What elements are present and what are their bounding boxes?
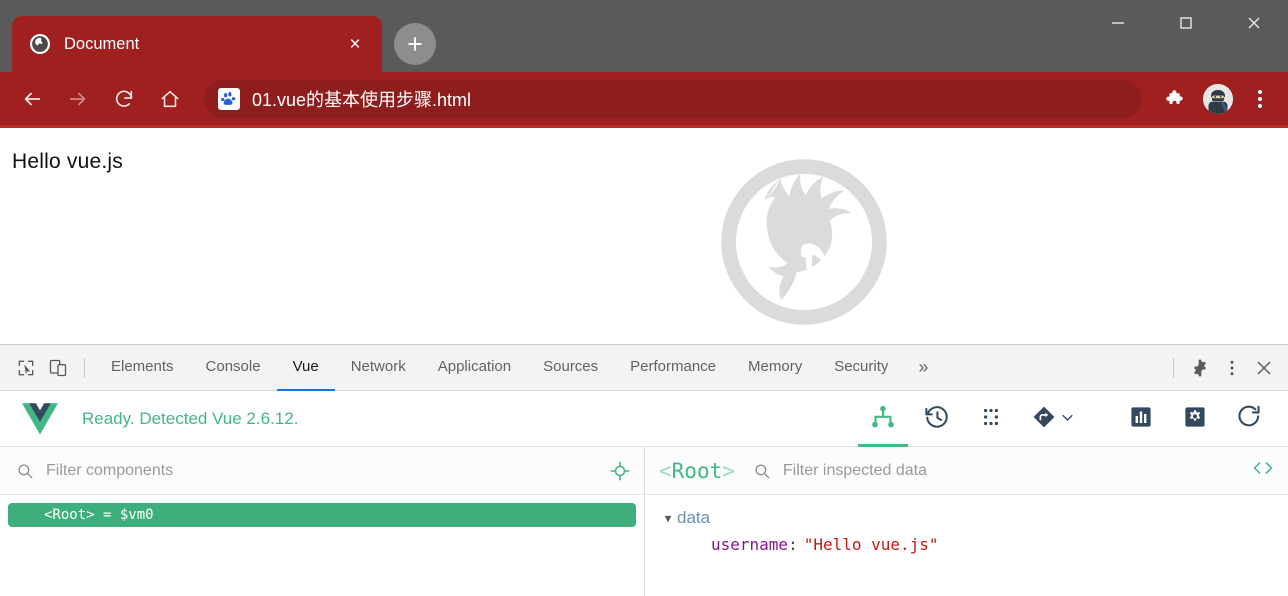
components-tab-icon[interactable]	[858, 391, 908, 447]
filter-components-input[interactable]	[46, 461, 610, 480]
title-bar: Document × +	[0, 0, 1288, 72]
vue-devtools-header: Ready. Detected Vue 2.6.12.	[0, 391, 1288, 447]
window-controls	[1084, 0, 1288, 72]
browser-window: Document × + 01.vue的基本使用步骤.html Hello vu…	[0, 0, 1288, 596]
components-panel: <Root> = $vm0	[0, 447, 645, 596]
baidu-paw-icon	[218, 87, 240, 110]
inspector-panel: <Root> Filter inspected data ▼ data user…	[645, 447, 1288, 596]
device-toolbar-icon[interactable]	[42, 352, 74, 384]
browser-toolbar: 01.vue的基本使用步骤.html	[0, 72, 1288, 128]
settings-tab-icon[interactable]	[1170, 391, 1220, 447]
target-crosshair-icon[interactable]	[610, 461, 630, 481]
tab-security[interactable]: Security	[818, 345, 904, 391]
search-icon	[16, 462, 34, 480]
devtools-tabs: Elements Console Vue Network Application…	[95, 345, 1163, 391]
angle-close: >	[722, 458, 735, 483]
tab-elements[interactable]: Elements	[95, 345, 190, 391]
tab-strip: Document × +	[0, 0, 1084, 72]
maximize-button[interactable]	[1152, 0, 1220, 46]
right-divider	[1173, 357, 1174, 378]
tab-title: Document	[64, 34, 140, 53]
page-body-text: Hello vue.js	[12, 150, 123, 173]
globe-icon	[30, 34, 50, 54]
data-entry-username[interactable]: username: "Hello vue.js"	[659, 531, 1288, 557]
chevron-down-icon	[1061, 414, 1073, 421]
component-tree: <Root> = $vm0	[0, 495, 644, 596]
home-button[interactable]	[152, 81, 188, 117]
tab-network[interactable]: Network	[335, 345, 422, 391]
timeline-tab-icon[interactable]	[912, 391, 962, 447]
toolbar-divider	[84, 357, 85, 378]
address-bar[interactable]: 01.vue的基本使用步骤.html	[204, 79, 1142, 118]
devtools-panel: Elements Console Vue Network Application…	[0, 344, 1288, 596]
forward-button[interactable]	[60, 81, 96, 117]
data-colon: :	[788, 534, 798, 554]
inspected-data: ▼ data username: "Hello vue.js"	[645, 495, 1288, 596]
settings-gear-icon[interactable]	[1184, 352, 1216, 384]
vuex-tab-icon[interactable]	[966, 391, 1016, 447]
tree-item-root[interactable]: <Root> = $vm0	[8, 503, 636, 527]
avatar[interactable]	[1200, 81, 1236, 117]
avatar-ninja-icon	[1203, 83, 1233, 114]
tab-memory[interactable]: Memory	[732, 345, 818, 391]
data-group-row[interactable]: ▼ data	[659, 505, 1288, 531]
vue-action-bar	[858, 391, 1274, 447]
devtools-menu-icon[interactable]	[1216, 352, 1248, 384]
address-bar-url: 01.vue的基本使用步骤.html	[252, 89, 472, 110]
tab-close-icon[interactable]: ×	[342, 31, 368, 57]
tab-application[interactable]: Application	[422, 345, 527, 391]
tab-sources[interactable]: Sources	[527, 345, 614, 391]
data-value: "Hello vue.js"	[803, 534, 939, 554]
close-devtools-icon[interactable]	[1248, 352, 1280, 384]
caret-down-icon[interactable]: ▼	[659, 512, 677, 525]
puzzle-piece-icon[interactable]	[1158, 81, 1194, 117]
components-filter-bar	[0, 447, 644, 495]
vue-status-text: Ready. Detected Vue 2.6.12.	[82, 408, 299, 428]
vue-devtools-body: <Root> = $vm0 <Root>	[0, 447, 1288, 596]
action-gap	[1090, 391, 1112, 447]
refresh-button-icon[interactable]	[1224, 391, 1274, 447]
tab-performance[interactable]: Performance	[614, 345, 732, 391]
code-brackets-icon[interactable]	[1252, 460, 1274, 481]
tab-console[interactable]: Console	[190, 345, 277, 391]
vue-logo-icon	[22, 402, 58, 434]
filter-inspected-data-input[interactable]	[782, 461, 1252, 480]
devtools-tab-bar: Elements Console Vue Network Application…	[0, 345, 1288, 391]
more-tabs-icon[interactable]: »	[904, 345, 942, 391]
performance-tab-icon[interactable]	[1116, 391, 1166, 447]
data-key: username	[711, 534, 789, 554]
minimize-button[interactable]	[1084, 0, 1152, 46]
browser-tab-document[interactable]: Document ×	[12, 16, 382, 72]
devtools-right-actions	[1163, 352, 1280, 384]
inspect-element-icon[interactable]	[10, 352, 42, 384]
routing-tab-icon[interactable]	[1020, 391, 1086, 447]
root-name: Root	[671, 458, 723, 483]
angle-open: <	[659, 458, 672, 483]
tab-vue[interactable]: Vue	[276, 345, 335, 391]
new-tab-button[interactable]: +	[394, 23, 436, 65]
three-dot-menu-icon[interactable]	[1242, 81, 1278, 117]
search-icon	[753, 462, 771, 480]
page-viewport: Hello vue.js	[0, 128, 1288, 344]
inspected-component-name: <Root>	[659, 459, 735, 483]
inspector-header: <Root>	[645, 447, 1288, 495]
reload-button[interactable]	[106, 81, 142, 117]
back-button[interactable]	[14, 81, 50, 117]
data-group-name: data	[677, 508, 711, 527]
close-button[interactable]	[1220, 0, 1288, 46]
